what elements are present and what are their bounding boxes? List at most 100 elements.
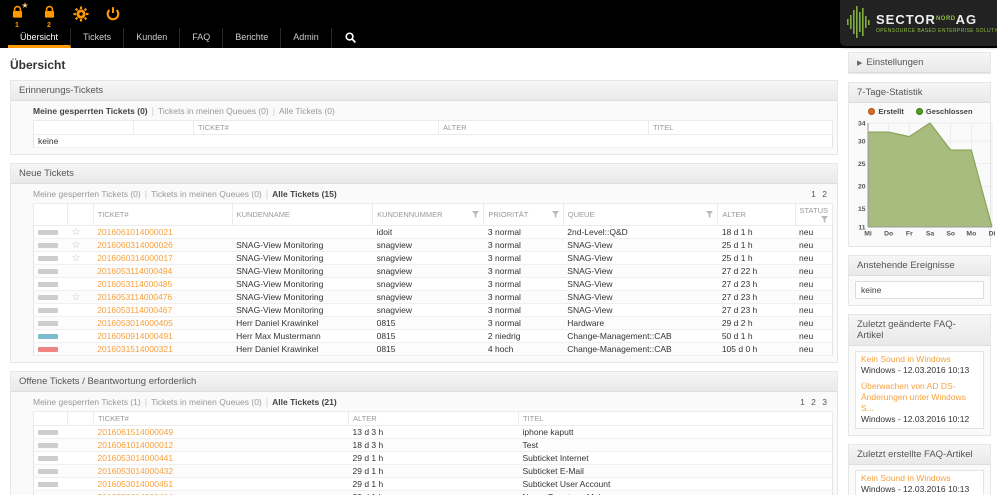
view-tab[interactable]: Meine gesperrten Tickets (0) bbox=[33, 189, 141, 199]
column-header[interactable] bbox=[34, 121, 134, 135]
ticket-link[interactable]: 2016060314000017 bbox=[97, 253, 173, 263]
column-header[interactable] bbox=[68, 412, 94, 426]
filter-icon[interactable] bbox=[821, 216, 828, 223]
column-header[interactable]: TITEL bbox=[519, 412, 833, 426]
column-header[interactable]: ALTER bbox=[349, 412, 519, 426]
table-row[interactable]: 2016050914000491Herr Max Mustermann08152… bbox=[34, 330, 833, 343]
view-tab[interactable]: Alle Tickets (21) bbox=[272, 397, 337, 407]
table-row[interactable]: 2016053114000494SNAG-View Monitoringsnag… bbox=[34, 265, 833, 278]
settings-button[interactable] bbox=[72, 6, 90, 29]
ticket-link[interactable]: 2016053014000441 bbox=[98, 453, 174, 463]
cell: 27 d 23 h bbox=[718, 278, 795, 291]
ticket-link[interactable]: 2016053114000467 bbox=[97, 305, 172, 315]
ticket-link[interactable]: 2016053014000432 bbox=[98, 466, 174, 476]
ticket-link[interactable]: 2016053114000485 bbox=[97, 279, 172, 289]
table-row[interactable]: 2016053114000485SNAG-View Monitoringsnag… bbox=[34, 278, 833, 291]
ticket-link[interactable]: 2016053014000451 bbox=[98, 479, 174, 489]
table-row[interactable]: 201606101400001218 d 3 hTest bbox=[34, 439, 833, 452]
table-row[interactable]: ☆2016060314000026SNAG-View Monitoringsna… bbox=[34, 239, 833, 252]
tab-separator: | bbox=[266, 189, 268, 199]
table-row[interactable]: 2016053114000467SNAG-View Monitoringsnag… bbox=[34, 304, 833, 317]
cell: neu bbox=[795, 317, 832, 330]
table-row[interactable]: 201605301400044129 d 1 hSubticket Intern… bbox=[34, 452, 833, 465]
cell: 3 normal bbox=[484, 304, 563, 317]
nav-tab-admin[interactable]: Admin bbox=[281, 28, 332, 48]
view-tab[interactable]: Tickets in meinen Queues (0) bbox=[158, 106, 269, 116]
ticket-link[interactable]: 2016061514000049 bbox=[98, 427, 174, 437]
column-header[interactable]: PRIORITÄT bbox=[484, 204, 563, 226]
filter-icon[interactable] bbox=[706, 211, 713, 218]
column-header[interactable]: QUEUE bbox=[563, 204, 718, 226]
filter-icon[interactable] bbox=[472, 211, 479, 218]
view-tab[interactable]: Meine gesperrten Tickets (1) bbox=[33, 397, 141, 407]
faq-link[interactable]: Kein Sound in Windows bbox=[861, 473, 978, 484]
filter-icon[interactable] bbox=[552, 211, 559, 218]
watch-star-icon[interactable]: ☆ bbox=[71, 292, 80, 303]
faq-link[interactable]: Kein Sound in Windows bbox=[861, 354, 978, 365]
view-tab[interactable]: Alle Tickets (0) bbox=[279, 106, 335, 116]
column-header[interactable] bbox=[34, 204, 68, 226]
column-header[interactable]: KUNDENNUMMER bbox=[373, 204, 484, 226]
ticket-link[interactable]: 2016053114000476 bbox=[97, 292, 172, 302]
priority-indicator bbox=[38, 443, 58, 448]
panel-einstellungen[interactable]: ▶ Einstellungen bbox=[848, 52, 991, 74]
nav-tab-berichte[interactable]: Berichte bbox=[223, 28, 281, 48]
nav-tab-faq[interactable]: FAQ bbox=[180, 28, 223, 48]
nav-tab-übersicht[interactable]: Übersicht bbox=[8, 28, 71, 48]
empty-row: keine bbox=[34, 135, 833, 148]
waveform-logo-icon bbox=[846, 5, 872, 41]
watch-star-icon[interactable]: ☆ bbox=[71, 240, 80, 251]
table-row[interactable]: 201605301400041429 d 1 hNeuer Benutzer: … bbox=[34, 491, 833, 495]
locked-tickets-button[interactable]: ★ 1 bbox=[8, 5, 26, 29]
column-header[interactable]: TICKET# bbox=[93, 204, 232, 226]
table-row[interactable]: 2016053014000405Herr Daniel Krawinkel081… bbox=[34, 317, 833, 330]
table-row[interactable]: ☆2016060314000017SNAG-View Monitoringsna… bbox=[34, 252, 833, 265]
ticket-link[interactable]: 2016053114000494 bbox=[97, 266, 172, 276]
panel-title: Neue Tickets bbox=[11, 164, 837, 184]
column-header[interactable] bbox=[67, 204, 93, 226]
ticket-link[interactable]: 2016050914000491 bbox=[97, 331, 173, 341]
table-row[interactable]: 201605301400045129 d 1 hSubticket User A… bbox=[34, 478, 833, 491]
cell: neu bbox=[795, 226, 832, 239]
nav-tab-kunden[interactable]: Kunden bbox=[124, 28, 180, 48]
pagination[interactable]: 1 2 bbox=[811, 189, 829, 199]
column-header[interactable]: STATUS bbox=[795, 204, 832, 226]
watched-tickets-button[interactable]: 2 bbox=[40, 5, 58, 29]
column-header[interactable] bbox=[34, 412, 68, 426]
watch-star-icon[interactable]: ☆ bbox=[71, 253, 80, 264]
view-tab[interactable]: Tickets in meinen Queues (0) bbox=[151, 397, 262, 407]
brand-ag: AG bbox=[956, 12, 978, 27]
column-header[interactable]: ALTER bbox=[718, 204, 795, 226]
table-row[interactable]: ☆2016053114000476SNAG-View Monitoringsna… bbox=[34, 291, 833, 304]
view-tab[interactable]: Alle Tickets (15) bbox=[272, 189, 337, 199]
panel-title: Einstellungen bbox=[866, 57, 923, 68]
table-row[interactable]: 2016031514000321Herr Daniel Krawinkel081… bbox=[34, 343, 833, 356]
view-tab[interactable]: Tickets in meinen Queues (0) bbox=[151, 189, 262, 199]
ticket-link[interactable]: 2016061014000021 bbox=[97, 227, 173, 237]
cell: Herr Max Mustermann bbox=[232, 330, 372, 343]
column-header[interactable]: TICKET# bbox=[94, 412, 349, 426]
column-header[interactable] bbox=[134, 121, 194, 135]
ticket-link[interactable]: 2016031514000321 bbox=[97, 344, 173, 354]
cell: neu bbox=[795, 252, 832, 265]
svg-text:34: 34 bbox=[858, 120, 866, 127]
ticket-link[interactable]: 2016053014000405 bbox=[97, 318, 173, 328]
table-row[interactable]: 201605301400043229 d 1 hSubticket E-Mail bbox=[34, 465, 833, 478]
column-header[interactable]: ALTER bbox=[439, 121, 649, 135]
column-header[interactable]: TITEL bbox=[649, 121, 833, 135]
faq-link[interactable]: Überwachen von AD DS-Änderungen unter Wi… bbox=[861, 381, 978, 414]
table-row[interactable]: ☆2016061014000021idoit3 normal2nd-Level:… bbox=[34, 226, 833, 239]
panel-statistik: 7-Tage-Statistik Erstellt Geschlossen 34… bbox=[848, 82, 991, 247]
view-tab[interactable]: Meine gesperrten Tickets (0) bbox=[33, 106, 148, 116]
table-row[interactable]: 201606151400004913 d 3 hiphone kaputt bbox=[34, 426, 833, 439]
ticket-link[interactable]: 2016060314000026 bbox=[97, 240, 173, 250]
logout-button[interactable] bbox=[104, 6, 122, 29]
ticket-link[interactable]: 2016061014000012 bbox=[98, 440, 174, 450]
nav-search-tab[interactable] bbox=[332, 28, 369, 48]
pagination[interactable]: 1 2 3 bbox=[800, 397, 829, 407]
watch-star-icon[interactable]: ☆ bbox=[71, 227, 80, 238]
seven-day-chart: 343025201511MiDoFrSaSoMoDi bbox=[851, 118, 997, 240]
nav-tab-tickets[interactable]: Tickets bbox=[71, 28, 124, 48]
column-header[interactable]: KUNDENNAME bbox=[232, 204, 372, 226]
column-header[interactable]: TICKET# bbox=[194, 121, 439, 135]
